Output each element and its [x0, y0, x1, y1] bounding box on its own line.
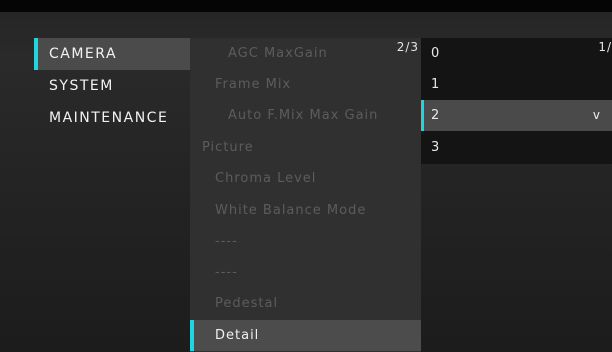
value-option-label: 1	[431, 77, 440, 92]
submenu-item-label: Chroma Level	[215, 171, 317, 186]
value-option-label: 2	[431, 108, 440, 123]
value-option-3[interactable]: 3	[421, 132, 612, 163]
osd-screen: CAMERA SYSTEM MAINTENANCE 2/3 AGC MaxGai…	[0, 0, 612, 352]
submenu-item-label: Auto F.Mix Max Gain	[228, 108, 379, 123]
menu-item-maintenance[interactable]: MAINTENANCE	[37, 102, 190, 134]
submenu-item-label: ----	[215, 234, 238, 249]
submenu-item-chroma-level: Chroma Level	[190, 163, 421, 194]
menu-item-label: CAMERA	[49, 46, 118, 62]
submenu-item-label: ----	[215, 265, 238, 280]
submenu-item-frame-mix: Frame Mix	[190, 69, 421, 100]
submenu-item-placeholder-2: ----	[190, 257, 421, 288]
menu-item-label: MAINTENANCE	[49, 110, 169, 126]
submenu-item-white-balance-mode: White Balance Mode	[190, 195, 421, 226]
submenu-item-detail[interactable]: Detail	[190, 320, 421, 351]
submenu-item-label: White Balance Mode	[215, 203, 367, 218]
value-option-2[interactable]: 2 v	[421, 100, 612, 131]
submenu-item-label: Pedestal	[215, 296, 279, 311]
main-menu: CAMERA SYSTEM MAINTENANCE	[34, 38, 190, 134]
submenu-item-agc-maxgain: AGC MaxGain	[190, 38, 421, 69]
value-option-0[interactable]: 0	[421, 38, 612, 69]
value-option-1[interactable]: 1	[421, 69, 612, 100]
submenu-item-label: AGC MaxGain	[228, 46, 328, 61]
submenu-item-label: Picture	[202, 140, 254, 155]
submenu-item-pedestal: Pedestal	[190, 288, 421, 319]
menu-item-system[interactable]: SYSTEM	[37, 70, 190, 102]
submenu-item-label: Frame Mix	[215, 77, 292, 92]
submenu-item-placeholder-1: ----	[190, 226, 421, 257]
check-icon: v	[592, 108, 600, 122]
menu-item-label: SYSTEM	[49, 78, 114, 94]
submenu-item-auto-fmix-max-gain: Auto F.Mix Max Gain	[190, 100, 421, 131]
value-list: 1/ 0 1 2 v 3	[421, 38, 612, 164]
menu-item-camera[interactable]: CAMERA	[34, 38, 190, 70]
value-option-label: 3	[431, 140, 440, 155]
camera-submenu: 2/3 AGC MaxGain Frame Mix Auto F.Mix Max…	[190, 38, 421, 352]
value-option-label: 0	[431, 46, 440, 61]
submenu-section-picture: Picture	[190, 132, 421, 163]
submenu-item-label: Detail	[215, 328, 260, 343]
